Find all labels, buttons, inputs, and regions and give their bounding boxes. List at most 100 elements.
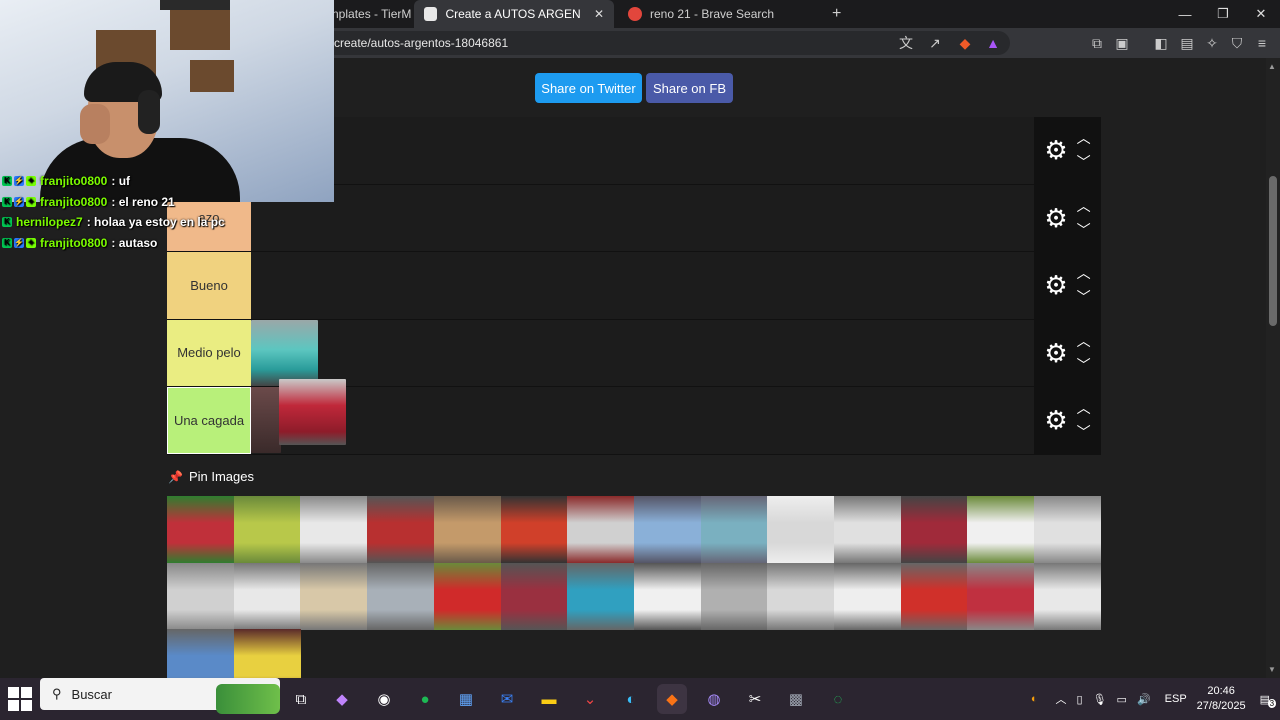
car-image[interactable] bbox=[367, 496, 435, 563]
capcut-icon[interactable]: ✂ bbox=[740, 684, 770, 714]
car-image-partial[interactable] bbox=[251, 387, 281, 453]
gear-icon[interactable]: ⚙ bbox=[1044, 407, 1067, 433]
task-view-icon[interactable]: ⧉ bbox=[286, 684, 316, 714]
tray-app-icon[interactable]: ◐ bbox=[1031, 693, 1038, 705]
microsoft-store-icon[interactable]: ▦ bbox=[451, 684, 481, 714]
scroll-thumb[interactable] bbox=[1269, 176, 1277, 326]
tier-items-dropzone[interactable] bbox=[251, 184, 1034, 251]
close-window-button[interactable]: ✕ bbox=[1242, 0, 1280, 28]
network-icon[interactable]: ▭ bbox=[1117, 693, 1127, 706]
chevron-down-icon[interactable]: ﹀ bbox=[1077, 287, 1091, 307]
chevron-up-icon[interactable]: ︿ bbox=[1077, 128, 1091, 148]
tier-label[interactable]: Medio pelo bbox=[167, 319, 251, 386]
chevron-up-icon[interactable]: ︿ bbox=[1077, 263, 1091, 283]
restore-button[interactable]: ❐ bbox=[1204, 0, 1242, 28]
car-image[interactable] bbox=[500, 562, 568, 630]
discord-icon[interactable]: ◍ bbox=[699, 684, 729, 714]
gear-icon[interactable]: ⚙ bbox=[1044, 137, 1067, 163]
chevron-up-icon[interactable]: ︿ bbox=[1077, 398, 1091, 418]
car-image[interactable] bbox=[167, 629, 234, 678]
tier-label[interactable]: Bueno bbox=[167, 252, 251, 319]
car-image[interactable] bbox=[1034, 562, 1102, 630]
gear-icon[interactable]: ⚙ bbox=[1044, 272, 1067, 298]
scroll-down-arrow-icon[interactable]: ▼ bbox=[1268, 665, 1276, 674]
car-image[interactable] bbox=[167, 562, 234, 630]
car-image[interactable] bbox=[967, 496, 1035, 563]
copilot-icon[interactable]: ◆ bbox=[327, 684, 357, 714]
car-image[interactable] bbox=[767, 496, 835, 563]
tier-items-dropzone[interactable] bbox=[251, 379, 1034, 454]
device-icon[interactable]: ▯ bbox=[1077, 693, 1083, 706]
car-image[interactable] bbox=[767, 562, 835, 630]
car-image-renault-twingo[interactable] bbox=[251, 319, 318, 386]
tab-reno-21-search[interactable]: reno 21 - Brave Search bbox=[618, 0, 818, 28]
car-image[interactable] bbox=[1034, 496, 1102, 563]
brave-browser-icon[interactable]: ◆ bbox=[657, 684, 687, 714]
obs-icon[interactable]: ◉ bbox=[369, 684, 399, 714]
brave-rewards-icon[interactable]: ▲ bbox=[983, 33, 1003, 53]
car-image[interactable] bbox=[233, 629, 301, 678]
car-image[interactable] bbox=[567, 562, 635, 630]
volume-icon[interactable]: 🔊 bbox=[1137, 693, 1151, 706]
translate-icon[interactable]: 文 bbox=[896, 33, 916, 53]
car-image[interactable] bbox=[433, 562, 501, 630]
car-image[interactable] bbox=[367, 562, 435, 630]
car-image[interactable] bbox=[834, 562, 901, 630]
tab-create-autos-argentos[interactable]: Create a AUTOS ARGENTOS Tier ✕ bbox=[414, 0, 614, 28]
car-image[interactable] bbox=[567, 496, 635, 563]
page-scrollbar[interactable]: ▲ ▼ bbox=[1266, 58, 1280, 678]
chevron-down-icon[interactable]: ﹀ bbox=[1077, 355, 1091, 375]
tier-items-dropzone[interactable] bbox=[251, 117, 1034, 184]
car-image[interactable] bbox=[900, 496, 968, 563]
pin-images-toggle[interactable]: 📌 Pin Images bbox=[168, 469, 254, 484]
screenshot-icon[interactable]: ▣ bbox=[1112, 33, 1132, 53]
brave-shields-icon[interactable]: ◆ bbox=[955, 33, 975, 53]
tier-items-dropzone[interactable] bbox=[251, 252, 1034, 319]
tier-items-dropzone[interactable] bbox=[251, 319, 1034, 386]
tab-tiermaker-templates[interactable]: nplates - TierM bbox=[322, 0, 412, 28]
notifications-icon[interactable]: ▤ 3 bbox=[1260, 693, 1277, 708]
chevron-down-icon[interactable]: ﹀ bbox=[1077, 422, 1091, 442]
car-image[interactable] bbox=[700, 562, 768, 630]
car-image[interactable] bbox=[967, 562, 1035, 630]
whatsapp-icon[interactable]: ◌ bbox=[823, 684, 853, 714]
share-fb-button[interactable]: Share on FB bbox=[646, 73, 733, 103]
capcut-app-icon[interactable]: ⌄ bbox=[575, 684, 605, 714]
car-image[interactable] bbox=[633, 496, 701, 563]
chevron-up-icon[interactable]: ︿ bbox=[1077, 331, 1091, 351]
car-image[interactable] bbox=[300, 496, 368, 563]
outlook-icon[interactable]: ✉ bbox=[492, 684, 522, 714]
tier-label[interactable]: Una cagada bbox=[167, 387, 251, 454]
chevron-up-icon[interactable]: ︿ bbox=[1077, 196, 1091, 216]
scroll-up-arrow-icon[interactable]: ▲ bbox=[1268, 62, 1276, 71]
car-image[interactable] bbox=[433, 496, 501, 563]
new-tab-button[interactable]: + bbox=[822, 0, 851, 28]
windows-start-button[interactable] bbox=[8, 687, 32, 711]
chevron-down-icon[interactable]: ﹀ bbox=[1077, 152, 1091, 172]
menu-icon[interactable]: ≡ bbox=[1252, 33, 1272, 53]
car-image[interactable] bbox=[700, 496, 768, 563]
edge-icon[interactable]: ◐ bbox=[616, 684, 646, 714]
car-image[interactable] bbox=[834, 496, 901, 563]
leo-ai-icon[interactable]: ✧ bbox=[1202, 33, 1222, 53]
share-icon[interactable]: ↗ bbox=[925, 33, 945, 53]
car-image[interactable] bbox=[300, 562, 368, 630]
vpn-icon[interactable]: ⛉ bbox=[1227, 33, 1247, 53]
car-image-renault-21[interactable] bbox=[279, 379, 346, 445]
spotify-icon[interactable]: ● bbox=[410, 684, 440, 714]
extensions-icon[interactable]: ⧉ bbox=[1087, 33, 1107, 53]
language-indicator[interactable]: ESP bbox=[1165, 693, 1187, 705]
microphone-icon[interactable]: 🎙 bbox=[1093, 693, 1107, 706]
car-image[interactable] bbox=[900, 562, 968, 630]
car-image[interactable] bbox=[233, 496, 301, 563]
chevron-up-icon[interactable]: ︿ bbox=[1056, 691, 1067, 707]
chevron-down-icon[interactable]: ﹀ bbox=[1077, 220, 1091, 240]
file-explorer-icon[interactable]: ▬ bbox=[534, 684, 564, 714]
minimize-button[interactable]: — bbox=[1166, 0, 1204, 28]
close-tab-icon[interactable]: ✕ bbox=[594, 7, 604, 21]
gear-icon[interactable]: ⚙ bbox=[1044, 340, 1067, 366]
car-image[interactable] bbox=[233, 562, 301, 630]
sidebar-icon[interactable]: ◧ bbox=[1151, 33, 1171, 53]
car-image[interactable] bbox=[167, 496, 234, 563]
gear-icon[interactable]: ⚙ bbox=[1044, 205, 1067, 231]
